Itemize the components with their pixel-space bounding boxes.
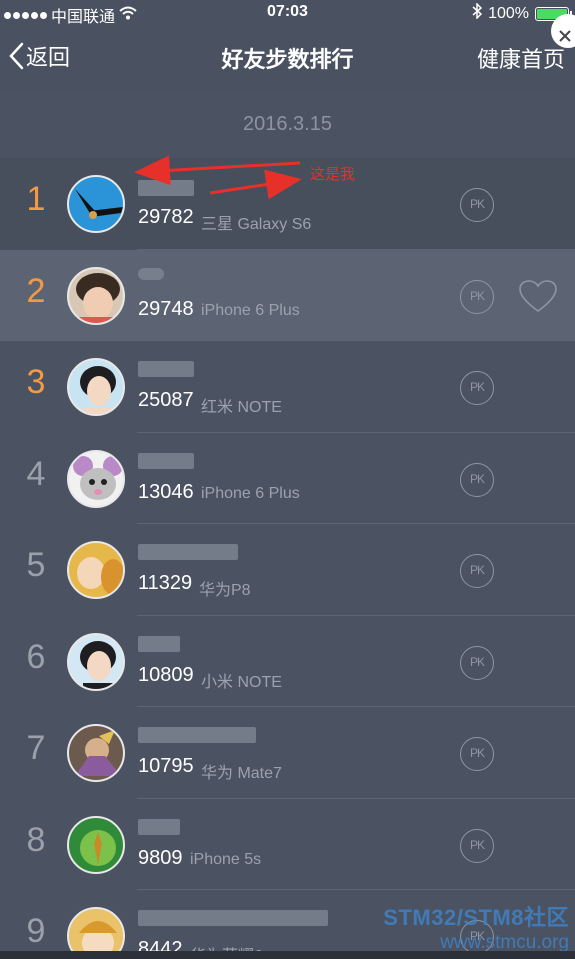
rank-number: 3 [26,363,46,401]
avatar [67,815,125,874]
pk-button[interactable]: PK [460,462,494,497]
rank-number: 8 [26,820,46,859]
list-item[interactable]: 2 29748 iPhone 6 Plus PK [0,249,575,341]
device-name: 红米 NOTE [201,399,282,416]
name-blurred [138,727,256,743]
step-count: 29782 [138,206,194,228]
avatar [67,632,125,691]
watermark-title: STM32/STM8社区 [383,905,569,930]
step-count: 29748 [138,297,194,320]
device-name: iPhone 6 Plus [201,484,300,502]
pk-button[interactable]: PK [460,645,494,680]
status-bar: 中国联通 07:03 100% [0,0,575,26]
nav-bar: 返回 好友步数排行 健康首页 [0,14,575,86]
annotation-label: 这是我 [310,166,356,183]
list-item[interactable]: 5 11329 华为P8 PK [0,524,575,616]
pk-button[interactable]: PK [460,371,494,405]
rank-number: 1 [26,180,46,218]
avatar [67,266,125,325]
name-blurred [138,267,164,280]
name-blurred [138,361,194,377]
step-count: 11329 [138,572,193,594]
list-item[interactable]: 7 10795 华为 Mate7 PK [0,707,575,799]
pk-button[interactable]: PK [460,828,494,863]
avatar [67,175,125,233]
device-name: iPhone 6 Plus [201,301,300,319]
date-header: 2016.3.15 [0,90,575,158]
step-count: 9809 [138,846,183,869]
pk-button[interactable]: PK [460,554,494,588]
device-name: 华为P8 [199,582,251,599]
device-name: iPhone 5s [190,850,262,868]
list-item[interactable]: 4 13046 iPhone 6 Plus PK [0,432,575,524]
name-blurred [138,910,328,926]
bluetooth-icon [472,2,483,24]
watermark: STM32/STM8社区 www.stmcu.org [383,900,569,954]
heart-icon[interactable] [518,279,558,314]
step-count: 13046 [138,480,194,503]
name-blurred [138,544,238,560]
name-blurred [138,180,194,196]
rank-number: 4 [26,454,46,493]
step-count: 25087 [138,389,194,411]
list-item[interactable]: 1 29782 三星 Galaxy S6 PK [0,158,575,250]
avatar [67,541,125,599]
avatar [67,724,125,782]
step-count: 10809 [138,663,194,686]
device-name: 小米 NOTE [201,673,282,691]
rank-number: 7 [26,729,46,767]
avatar [67,358,125,416]
name-blurred [138,452,194,469]
rank-number: 5 [26,546,46,584]
device-name: 华为 Mate7 [201,765,282,782]
pk-button[interactable]: PK [460,279,494,314]
pk-button[interactable]: PK [460,188,494,222]
list-item[interactable]: 6 10809 小米 NOTE PK [0,615,575,707]
list-item[interactable]: 8 9809 iPhone 5s PK [0,798,575,890]
name-blurred [138,635,180,652]
pk-button[interactable]: PK [460,737,494,771]
rank-number: 6 [26,637,46,676]
ranking-list: 1 29782 三星 Galaxy S6 PK 2 29748 iPhone 6… [0,158,575,959]
rank-number: 2 [26,271,46,310]
name-blurred [138,818,180,835]
battery-percent: 100% [488,4,529,22]
step-count: 10795 [138,755,194,777]
health-home-link[interactable]: 健康首页 [477,42,565,74]
avatar [67,449,125,508]
device-name: 三星 Galaxy S6 [201,216,312,233]
bottom-edge [0,951,575,959]
list-item[interactable]: 3 25087 红米 NOTE PK [0,341,575,433]
rank-number: 9 [26,912,46,950]
